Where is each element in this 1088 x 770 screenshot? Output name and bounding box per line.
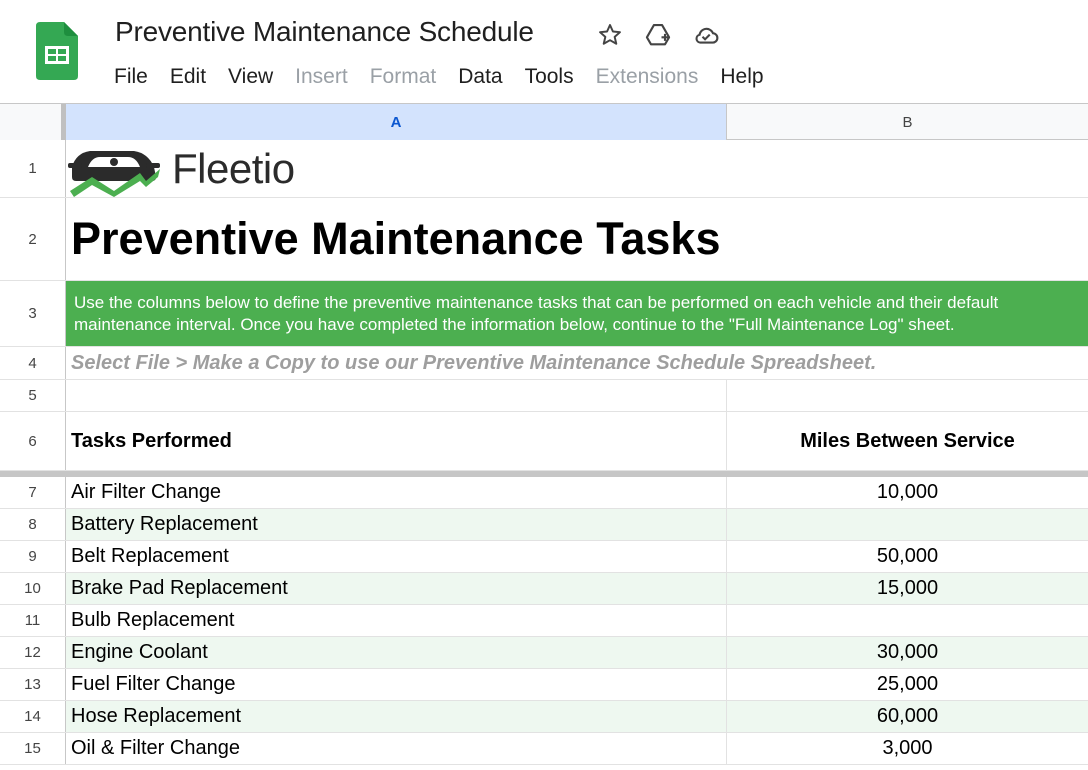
sheet-row: 4 Select File > Make a Copy to use our P… (0, 347, 1088, 380)
table-row: 13 Fuel Filter Change 25,000 (0, 669, 1088, 701)
miles-cell[interactable]: 3,000 (727, 733, 1088, 764)
miles-cell[interactable]: 60,000 (727, 701, 1088, 732)
menu-format[interactable]: Format (359, 62, 448, 92)
menu-extensions[interactable]: Extensions (585, 62, 710, 92)
row-header[interactable]: 11 (0, 605, 66, 636)
task-cell[interactable]: Fuel Filter Change (66, 669, 727, 700)
sheet-row: 3 Use the columns below to define the pr… (0, 281, 1088, 347)
column-header-b[interactable]: B (727, 104, 1088, 140)
logo-text: Fleetio (172, 144, 295, 192)
menu-edit[interactable]: Edit (159, 62, 217, 92)
table-row: 9 Belt Replacement 50,000 (0, 541, 1088, 573)
menu-data[interactable]: Data (447, 62, 513, 92)
instructions-banner: Use the columns below to define the prev… (66, 281, 1088, 346)
row-header[interactable]: 4 (0, 347, 66, 379)
fleetio-logo: Fleetio (66, 140, 1088, 197)
copy-hint: Select File > Make a Copy to use our Pre… (71, 352, 877, 374)
row-header[interactable]: 9 (0, 541, 66, 572)
row-header[interactable]: 6 (0, 412, 66, 470)
menu-bar: File Edit View Insert Format Data Tools … (103, 62, 775, 92)
cloud-saved-icon[interactable] (691, 20, 721, 50)
banner-cell[interactable]: Use the columns below to define the prev… (66, 281, 1088, 346)
select-all-corner[interactable] (0, 104, 66, 140)
car-logo-icon (68, 150, 160, 197)
miles-cell[interactable]: 15,000 (727, 573, 1088, 604)
sheet-row: 2 Preventive Maintenance Tasks (0, 198, 1088, 281)
row-header[interactable]: 13 (0, 669, 66, 700)
menu-file[interactable]: File (103, 62, 159, 92)
menu-insert[interactable]: Insert (284, 62, 359, 92)
miles-cell[interactable] (727, 605, 1088, 636)
sheets-app-icon[interactable] (36, 22, 78, 80)
frozen-rows-divider[interactable] (0, 471, 1088, 477)
table-row: 14 Hose Replacement 60,000 (0, 701, 1088, 733)
row-header[interactable]: 8 (0, 509, 66, 540)
row-header[interactable]: 12 (0, 637, 66, 668)
task-cell[interactable]: Bulb Replacement (66, 605, 727, 636)
document-title[interactable]: Preventive Maintenance Schedule (115, 16, 534, 48)
sheet-heading: Preventive Maintenance Tasks (71, 213, 721, 264)
task-cell[interactable]: Brake Pad Replacement (66, 573, 727, 604)
row-header[interactable]: 14 (0, 701, 66, 732)
column-header-a[interactable]: A (66, 104, 727, 140)
task-cell[interactable]: Air Filter Change (66, 477, 727, 508)
cell[interactable] (727, 380, 1088, 411)
miles-cell[interactable]: 30,000 (727, 637, 1088, 668)
task-cell[interactable]: Engine Coolant (66, 637, 727, 668)
table-row: 10 Brake Pad Replacement 15,000 (0, 573, 1088, 605)
row-header[interactable]: 7 (0, 477, 66, 508)
row-header[interactable]: 15 (0, 733, 66, 764)
row-header[interactable]: 10 (0, 573, 66, 604)
header-miles-between-service[interactable]: Miles Between Service (727, 412, 1088, 470)
heading-cell[interactable]: Preventive Maintenance Tasks (66, 198, 1088, 280)
task-cell[interactable]: Belt Replacement (66, 541, 727, 572)
row-header[interactable]: 2 (0, 198, 66, 280)
table-row: 15 Oil & Filter Change 3,000 (0, 733, 1088, 765)
sheet-row: 6 Tasks Performed Miles Between Service (0, 412, 1088, 471)
table-row: 8 Battery Replacement (0, 509, 1088, 541)
task-cell[interactable]: Oil & Filter Change (66, 733, 727, 764)
row-header[interactable]: 1 (0, 140, 66, 197)
logo-cell[interactable]: Fleetio (66, 140, 1088, 197)
miles-cell[interactable]: 25,000 (727, 669, 1088, 700)
table-row: 11 Bulb Replacement (0, 605, 1088, 637)
menu-tools[interactable]: Tools (514, 62, 585, 92)
top-bar: Preventive Maintenance Schedule File Edi… (0, 0, 1088, 103)
miles-cell[interactable] (727, 509, 1088, 540)
header-tasks-performed[interactable]: Tasks Performed (66, 412, 727, 470)
cell[interactable] (66, 380, 727, 411)
move-to-drive-icon[interactable] (643, 20, 673, 50)
task-cell[interactable]: Battery Replacement (66, 509, 727, 540)
sheet-row: 5 (0, 380, 1088, 412)
miles-cell[interactable]: 50,000 (727, 541, 1088, 572)
task-cell[interactable]: Hose Replacement (66, 701, 727, 732)
hint-cell[interactable]: Select File > Make a Copy to use our Pre… (66, 347, 1088, 379)
miles-cell[interactable]: 10,000 (727, 477, 1088, 508)
column-header-row: A B (0, 103, 1088, 140)
row-header[interactable]: 5 (0, 380, 66, 411)
row-header[interactable]: 3 (0, 281, 66, 346)
star-icon[interactable] (595, 20, 625, 50)
menu-view[interactable]: View (217, 62, 284, 92)
sheet-row: 1 Fleetio (0, 140, 1088, 198)
table-row: 7 Air Filter Change 10,000 (0, 477, 1088, 509)
table-row: 12 Engine Coolant 30,000 (0, 637, 1088, 669)
menu-help[interactable]: Help (709, 62, 774, 92)
